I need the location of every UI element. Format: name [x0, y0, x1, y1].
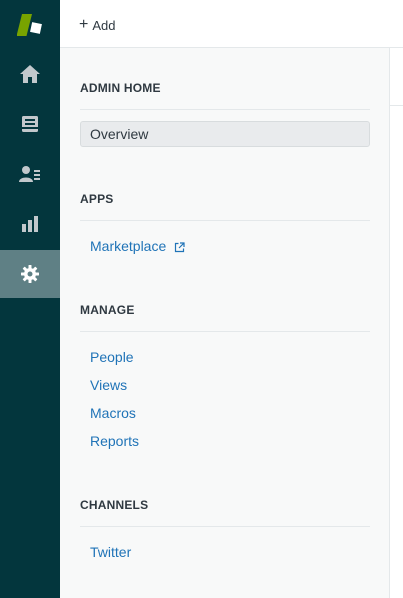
rail-item-home[interactable] — [0, 50, 60, 98]
external-link-icon — [175, 242, 185, 252]
sidebar-item-twitter[interactable]: Twitter — [90, 544, 131, 560]
sidebar-item-marketplace-label: Marketplace — [90, 238, 167, 254]
sidebar-item-reports[interactable]: Reports — [90, 433, 139, 449]
reporting-icon — [22, 216, 38, 232]
add-button[interactable]: + Add — [79, 16, 115, 34]
app-root: + Add ADMIN HOME Overview APPS Marketpla… — [0, 0, 403, 598]
product-nav-rail — [0, 0, 60, 598]
rail-item-customers[interactable] — [0, 150, 60, 198]
sidebar-item-people[interactable]: People — [90, 349, 134, 365]
section-title-manage: MANAGE — [80, 303, 370, 332]
sidebar-item-macros[interactable]: Macros — [90, 405, 136, 421]
home-icon — [20, 65, 40, 83]
top-bar: + Add — [60, 0, 403, 48]
rail-item-reporting[interactable] — [0, 200, 60, 248]
add-button-label: Add — [92, 17, 116, 33]
views-icon — [22, 116, 38, 132]
plus-icon: + — [79, 16, 89, 33]
rail-item-views[interactable] — [0, 100, 60, 148]
sidebar-item-marketplace[interactable]: Marketplace — [90, 238, 185, 254]
rail-item-admin[interactable] — [0, 250, 60, 298]
section-title-apps: APPS — [80, 192, 370, 221]
section-title-admin-home: ADMIN HOME — [80, 81, 370, 110]
zendesk-logo[interactable] — [17, 14, 43, 36]
main-content — [390, 48, 403, 598]
sidebar-item-overview[interactable]: Overview — [80, 121, 370, 147]
admin-gear-icon — [21, 265, 39, 283]
section-title-channels: CHANNELS — [80, 498, 370, 527]
admin-sidebar: ADMIN HOME Overview APPS Marketplace MAN… — [60, 48, 390, 598]
main-divider — [390, 105, 403, 106]
sidebar-item-views[interactable]: Views — [90, 377, 127, 393]
customers-icon — [19, 166, 40, 182]
